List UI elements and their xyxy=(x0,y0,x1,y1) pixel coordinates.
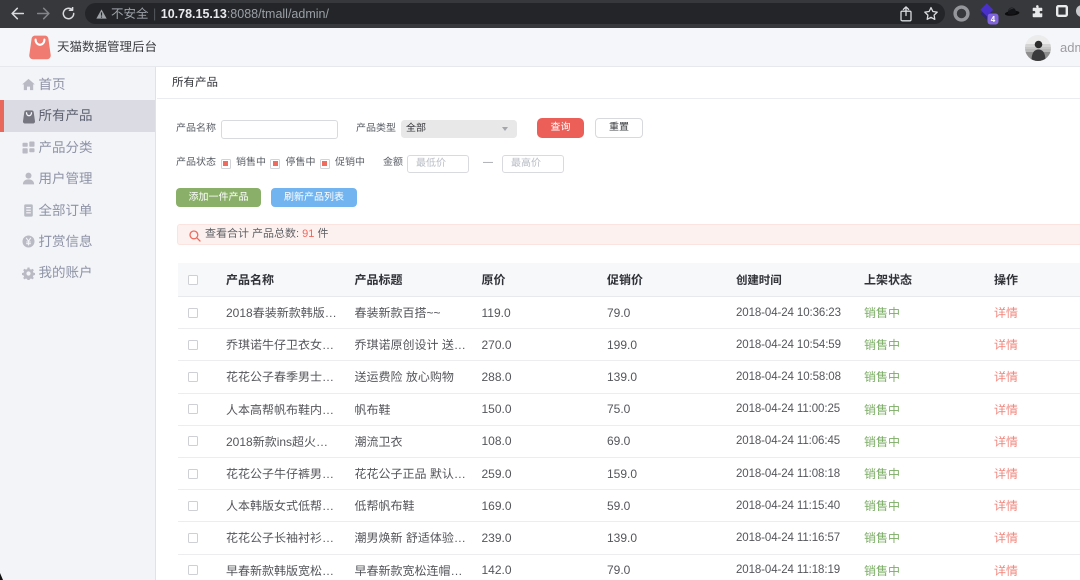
svg-text:4: 4 xyxy=(991,15,996,24)
